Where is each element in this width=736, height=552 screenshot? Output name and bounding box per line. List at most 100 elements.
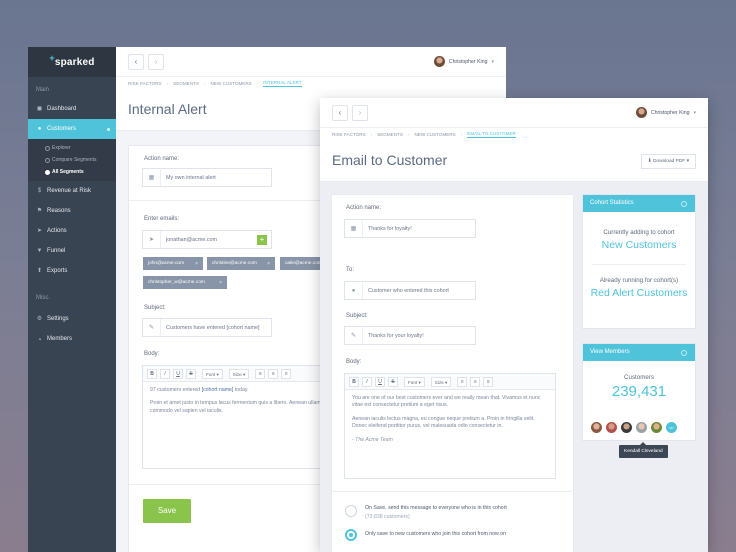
subnav-item-explorer[interactable]: Explorer	[28, 142, 116, 154]
breadcrumb: RISK FACTORS › SEGMENTS › NEW CUSTOMERS › I…	[116, 77, 506, 89]
underline-button[interactable]: U	[173, 368, 183, 379]
subject-field[interactable]: ✎ Customers have entered [cohort name]	[142, 318, 272, 337]
bold-button[interactable]: B	[147, 368, 157, 379]
save-button[interactable]: Save	[143, 499, 191, 523]
avatar	[635, 107, 647, 118]
strikethrough-button[interactable]: S	[186, 368, 196, 379]
avatar[interactable]	[620, 421, 633, 434]
add-email-button[interactable]: +	[257, 235, 267, 245]
action-name-field[interactable]: ▦ Thanks for loyalty!	[344, 219, 476, 238]
back-button[interactable]: ‹	[332, 105, 348, 121]
nav-section-misc: Misc.	[36, 295, 50, 301]
breadcrumb-item[interactable]: RISK FACTORS	[332, 132, 366, 137]
user-menu[interactable]: Christopher King ▾	[433, 56, 494, 67]
sidebar-item-reasons[interactable]: ⚑ Reasons	[28, 201, 116, 221]
bold-button[interactable]: B	[349, 376, 359, 387]
calendar-icon: ▦	[143, 169, 161, 186]
avatar[interactable]	[590, 421, 603, 434]
sidebar-item-dashboard[interactable]: ◼ Dashboard	[28, 99, 116, 119]
email-form-card: Action name: ▦ Thanks for loyalty! To: ● C…	[331, 194, 575, 552]
size-select[interactable]: Size ▾	[430, 376, 452, 387]
sidebar-item-actions[interactable]: ➤ Actions	[28, 221, 116, 241]
filter-icon: ▼	[36, 247, 43, 254]
topbar: ‹ › Christopher King ▾	[116, 47, 506, 77]
pencil-icon: ✎	[143, 319, 161, 336]
close-icon[interactable]: ×	[267, 261, 270, 267]
view-members-panel: View Members Customers 239,431 •••	[582, 343, 696, 441]
breadcrumb-item[interactable]: NEW CUSTOMERS	[414, 132, 455, 137]
calendar-icon: ▦	[345, 220, 363, 237]
align-center-icon[interactable]: ≡	[268, 368, 279, 379]
action-name-field[interactable]: ▦ My own internal alert	[142, 168, 272, 187]
body-label: Body:	[346, 359, 362, 365]
close-icon[interactable]: ×	[195, 261, 198, 267]
breadcrumb-item[interactable]: NEW CUSTOMERS	[210, 81, 251, 86]
topbar: ‹ › Christopher King ▾	[320, 98, 708, 128]
sidebar-item-funnel[interactable]: ▼ Funnel	[28, 241, 116, 261]
customers-label: Customers	[624, 374, 654, 381]
sidebar-item-customers[interactable]: ● Customers	[28, 119, 116, 139]
sidebar-item-settings[interactable]: ⚙ Settings	[28, 309, 116, 329]
align-right-icon[interactable]: ≡	[483, 376, 494, 387]
font-select[interactable]: Font ▾	[404, 376, 425, 387]
user-menu[interactable]: Christopher King ▾	[635, 107, 696, 118]
align-left-icon[interactable]: ≡	[457, 376, 468, 387]
breadcrumb: RISK FACTORS › SEGMENTS › NEW CUSTOMERS › E…	[320, 128, 708, 140]
new-only-radio[interactable]	[345, 529, 357, 541]
forward-button[interactable]: ›	[148, 54, 164, 70]
to-label: To:	[346, 267, 355, 273]
recipient-field[interactable]: ● Customer who entered this cohort	[344, 281, 476, 300]
breadcrumb-item[interactable]: RISK FACTORS	[128, 81, 162, 86]
send-to-all-radio[interactable]	[345, 505, 357, 517]
user-icon: ●	[345, 282, 363, 299]
avatar[interactable]	[635, 421, 648, 434]
avatar[interactable]	[605, 421, 618, 434]
customers-subnav: Explorer Compare Segments All Segments	[28, 139, 116, 181]
action-name-label: Action name:	[144, 156, 180, 162]
subject-field[interactable]: ✎ Thanks for your loyalty!	[344, 326, 476, 345]
breadcrumb-item[interactable]: SEGMENTS	[377, 132, 403, 137]
chevron-down-icon: ▾	[686, 159, 689, 164]
panel-header[interactable]: View Members	[583, 344, 695, 361]
strikethrough-button[interactable]: S	[388, 376, 398, 387]
align-left-icon[interactable]: ≡	[255, 368, 266, 379]
italic-button[interactable]: I	[362, 376, 372, 387]
underline-button[interactable]: U	[375, 376, 385, 387]
email-chip[interactable]: christopher_w@acme.com ×	[143, 276, 227, 289]
breadcrumb-current: EMAIL TO CUSTOMER	[467, 130, 516, 138]
divider	[332, 491, 575, 492]
size-select[interactable]: Size ▾	[228, 368, 250, 379]
adding-value: New Customers	[601, 239, 677, 251]
align-right-icon[interactable]: ≡	[281, 368, 292, 379]
body-text[interactable]: You are one of our best customers ever a…	[345, 390, 555, 455]
download-pdf-button[interactable]: ⬇ Download PDF ▾	[640, 154, 696, 169]
subnav-item-compare-segments[interactable]: Compare Segments	[28, 154, 116, 166]
avatar[interactable]	[650, 421, 663, 434]
pencil-icon: ✎	[345, 327, 363, 344]
subnav-item-all-segments[interactable]: All Segments	[28, 166, 116, 178]
breadcrumb-item[interactable]: SEGMENTS	[173, 81, 199, 86]
body-label: Body:	[144, 351, 160, 357]
more-members-button[interactable]: •••	[665, 421, 678, 434]
sidebar-item-exports[interactable]: ⬆ Exports	[28, 261, 116, 281]
sidebar-item-revenue-at-risk[interactable]: $ Revenue at Risk	[28, 181, 116, 201]
action-name-label: Action name:	[346, 205, 382, 211]
email-chip[interactable]: christine@acme.com ×	[207, 257, 275, 270]
email-field[interactable]: ➤ jonathan@acme.com +	[142, 230, 272, 249]
font-select[interactable]: Font ▾	[202, 368, 223, 379]
new-only-label: Only save to new customers who join this…	[365, 531, 506, 537]
body-editor[interactable]: B I U S Font ▾ Size ▾ ≡ ≡ ≡ You are one …	[344, 373, 556, 479]
panel-header[interactable]: Cohort Statistics	[583, 195, 695, 212]
users-icon: ●●	[38, 336, 42, 341]
forward-button[interactable]: ›	[352, 105, 368, 121]
dollar-icon: $	[37, 187, 42, 194]
back-button[interactable]: ‹	[128, 54, 144, 70]
subject-label: Subject:	[144, 305, 166, 311]
sidebar-item-members[interactable]: ●● Members	[28, 329, 116, 349]
gear-icon: ⚙	[36, 315, 43, 322]
email-chip[interactable]: john@acme.com ×	[143, 257, 203, 270]
italic-button[interactable]: I	[160, 368, 170, 379]
close-icon[interactable]: ×	[219, 280, 222, 286]
logo[interactable]: +sparked	[28, 47, 116, 77]
align-center-icon[interactable]: ≡	[470, 376, 481, 387]
